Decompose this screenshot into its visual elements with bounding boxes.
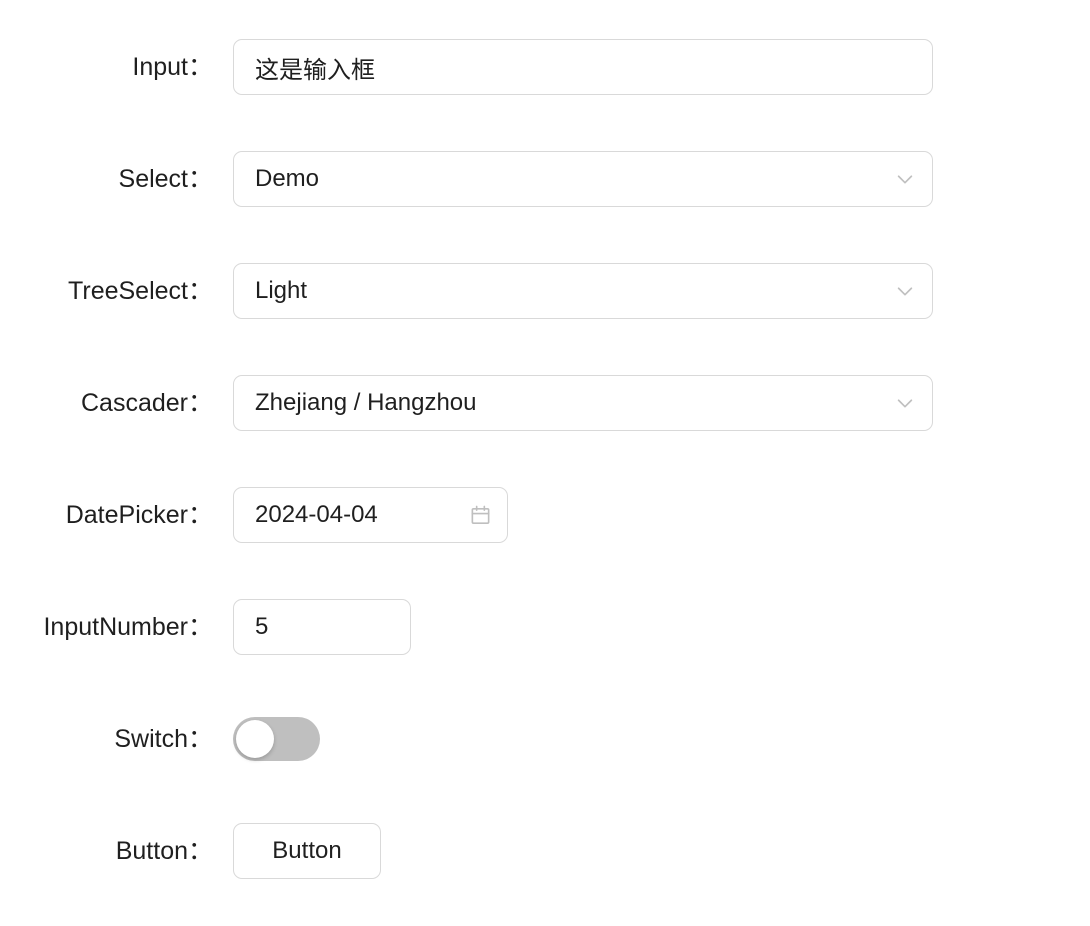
demo-form: Input： 这是输入框 Select： Demo TreeSelect： Li…: [0, 0, 1090, 926]
chevron-down-icon[interactable]: [892, 390, 918, 416]
form-row-date-picker: DatePicker： 2024-04-04: [0, 487, 1090, 543]
control-date-picker: 2024-04-04: [233, 487, 508, 543]
demo-button[interactable]: Button: [233, 823, 381, 879]
chevron-down-icon[interactable]: [892, 166, 918, 192]
label-cascader: Cascader：: [81, 388, 213, 417]
label-input: Input：: [132, 52, 213, 81]
input-field-value: 这是输入框: [255, 56, 375, 84]
input-number-field[interactable]: 5: [233, 599, 411, 655]
input-number-field-value: 5: [255, 613, 269, 640]
form-row-switch: Switch：: [0, 711, 1090, 767]
form-row-cascader: Cascader： Zhejiang / Hangzhou: [0, 375, 1090, 431]
date-picker-field[interactable]: 2024-04-04: [233, 487, 508, 543]
label-select: Select：: [118, 164, 213, 193]
tree-select-field-value: Light: [255, 277, 308, 304]
label-switch: Switch：: [114, 724, 213, 753]
form-row-tree-select: TreeSelect： Light: [0, 263, 1090, 319]
cascader-field[interactable]: Zhejiang / Hangzhou: [233, 375, 933, 431]
label-button: Button：: [115, 836, 213, 865]
form-row-input: Input： 这是输入框: [0, 39, 1090, 95]
label-tree-select: TreeSelect：: [68, 276, 213, 305]
select-field[interactable]: Demo: [233, 151, 933, 207]
control-input-number: 5: [233, 599, 411, 655]
control-input: 这是输入框: [233, 39, 933, 95]
control-select: Demo: [233, 151, 933, 207]
switch-toggle[interactable]: [233, 717, 320, 761]
chevron-down-icon[interactable]: [892, 278, 918, 304]
calendar-icon[interactable]: [467, 502, 493, 528]
cascader-field-value: Zhejiang / Hangzhou: [255, 389, 477, 416]
date-picker-field-value: 2024-04-04: [255, 501, 378, 528]
label-date-picker: DatePicker：: [65, 500, 213, 529]
form-row-select: Select： Demo: [0, 151, 1090, 207]
label-input-number: InputNumber：: [43, 612, 213, 641]
control-tree-select: Light: [233, 263, 933, 319]
input-field[interactable]: 这是输入框: [233, 39, 933, 95]
tree-select-field[interactable]: Light: [233, 263, 933, 319]
control-cascader: Zhejiang / Hangzhou: [233, 375, 933, 431]
form-row-input-number: InputNumber： 5: [0, 599, 1090, 655]
control-button: Button: [233, 823, 381, 879]
form-row-button: Button： Button: [0, 823, 1090, 879]
control-switch: [233, 717, 320, 761]
select-field-value: Demo: [255, 165, 320, 192]
switch-knob: [236, 720, 274, 758]
